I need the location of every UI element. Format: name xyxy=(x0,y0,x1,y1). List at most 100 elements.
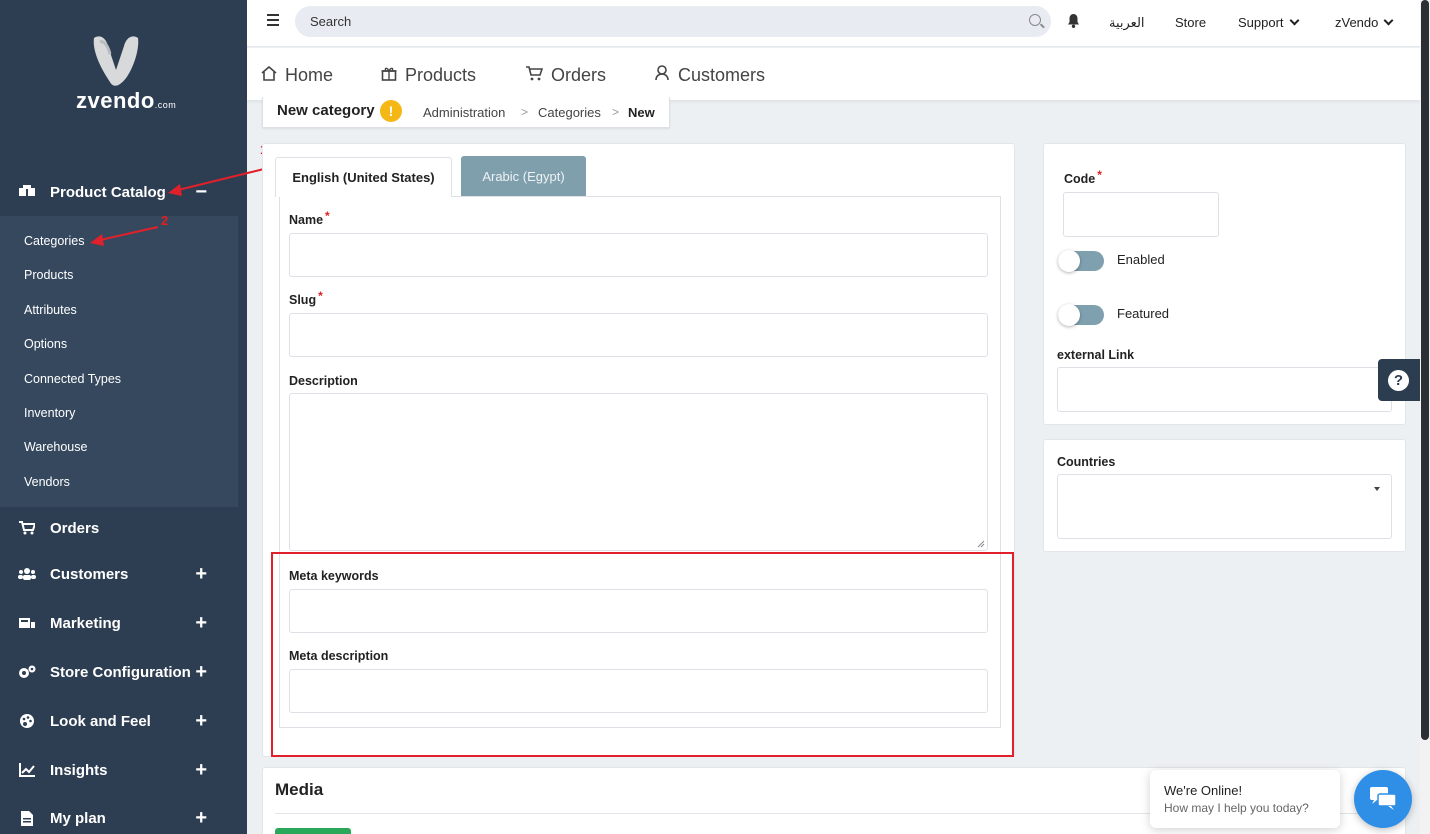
description-textarea[interactable] xyxy=(289,393,988,551)
submenu-item-attributes[interactable]: Attributes xyxy=(24,303,77,317)
hamburger-menu-icon[interactable] xyxy=(267,14,279,26)
breadcrumb-separator-icon: > xyxy=(521,105,529,119)
collapse-icon[interactable]: − xyxy=(195,181,207,204)
help-button[interactable]: ? xyxy=(1378,359,1420,401)
document-icon xyxy=(18,810,36,826)
module-home[interactable]: Home xyxy=(261,65,333,86)
submenu-item-products[interactable]: Products xyxy=(24,268,73,282)
expand-icon[interactable]: + xyxy=(195,661,207,684)
breadcrumb-current: New xyxy=(628,105,655,120)
language-switch[interactable]: العربية xyxy=(1109,15,1145,31)
submenu-item-vendors[interactable]: Vendors xyxy=(24,475,70,489)
search-placeholder: Search xyxy=(310,14,352,29)
external-link-field[interactable] xyxy=(1057,367,1392,412)
sidebar-item-label: Orders xyxy=(50,519,100,537)
page-header: New category ! Administration > Categori… xyxy=(262,97,670,128)
module-label: Customers xyxy=(678,65,766,85)
code-field[interactable] xyxy=(1063,192,1219,237)
page-scrollbar[interactable] xyxy=(1420,0,1430,834)
module-orders[interactable]: Orders xyxy=(526,65,606,86)
submenu-item-inventory[interactable]: Inventory xyxy=(24,406,75,420)
sidebar-item-insights[interactable]: Insights + xyxy=(0,748,247,792)
module-customers[interactable]: Customers xyxy=(654,65,765,86)
sidebar-item-label: Product Catalog xyxy=(50,183,166,201)
module-label: Products xyxy=(405,65,477,85)
featured-toggle[interactable] xyxy=(1058,304,1104,326)
brand-logo[interactable]: zvendo.com xyxy=(60,30,190,115)
chat-icon xyxy=(1370,787,1396,810)
featured-label: Featured xyxy=(1117,306,1170,321)
sidebar-item-orders[interactable]: Orders xyxy=(0,506,247,550)
caret-down-icon xyxy=(1374,487,1380,491)
sidebar-item-my-plan[interactable]: My plan + xyxy=(0,796,247,834)
warning-icon[interactable]: ! xyxy=(380,100,402,122)
sidebar-item-look-and-feel[interactable]: Look and Feel + xyxy=(0,699,247,743)
breadcrumb-separator-icon: > xyxy=(612,105,620,119)
sidebar-item-label: Customers xyxy=(50,565,129,583)
zvendo-logo-icon xyxy=(93,36,139,86)
countries-label: Countries xyxy=(1057,455,1116,469)
breadcrumb-categories[interactable]: Categories xyxy=(538,105,601,120)
expand-icon[interactable]: + xyxy=(195,563,207,586)
upload-button[interactable] xyxy=(275,828,351,834)
submenu-item-options[interactable]: Options xyxy=(24,337,67,351)
module-bar: Home Products Orders Customers xyxy=(247,48,1420,100)
tab-arabic[interactable]: Arabic (Egypt) xyxy=(461,156,586,196)
chevron-down-icon xyxy=(1383,15,1394,26)
account-label: zVendo xyxy=(1335,15,1379,30)
tab-english[interactable]: English (United States) xyxy=(275,157,452,197)
support-menu[interactable]: Support xyxy=(1238,15,1299,30)
top-bar: Search العربية Store Support zVendo xyxy=(247,0,1420,47)
search-input[interactable]: Search xyxy=(295,6,1051,37)
countries-select[interactable] xyxy=(1057,474,1392,539)
sidebar-item-product-catalog[interactable]: Product Catalog − xyxy=(0,170,247,214)
expand-icon[interactable]: + xyxy=(195,612,207,635)
sidebar-scrollbar[interactable] xyxy=(238,216,247,834)
resize-handle-icon[interactable] xyxy=(977,540,985,548)
palette-icon xyxy=(18,714,36,728)
description-label: Description xyxy=(289,374,358,388)
sidebar-item-label: Insights xyxy=(50,761,108,779)
search-icon[interactable] xyxy=(1029,14,1041,26)
boxes-icon xyxy=(18,185,36,199)
expand-icon[interactable]: + xyxy=(195,807,207,830)
sidebar-item-label: Look and Feel xyxy=(50,712,151,730)
enabled-label: Enabled xyxy=(1117,252,1165,267)
expand-icon[interactable]: + xyxy=(195,710,207,733)
submenu-item-categories[interactable]: Categories xyxy=(24,234,84,248)
store-link[interactable]: Store xyxy=(1175,15,1206,30)
chevron-down-icon xyxy=(1289,15,1299,26)
enabled-toggle[interactable] xyxy=(1058,250,1104,272)
sidebar-item-customers[interactable]: Customers + xyxy=(0,552,247,596)
scrollbar-thumb[interactable] xyxy=(1421,0,1429,740)
highlight-box xyxy=(271,552,1014,757)
bell-icon[interactable] xyxy=(1067,14,1080,31)
support-label: Support xyxy=(1238,15,1284,30)
external-link-label: external Link xyxy=(1057,348,1135,362)
name-field[interactable] xyxy=(289,233,988,277)
sidebar-item-marketing[interactable]: Marketing + xyxy=(0,601,247,645)
chat-greeting[interactable]: We're Online! How may I help you today? xyxy=(1150,770,1340,828)
module-products[interactable]: Products xyxy=(381,65,476,86)
chart-line-icon xyxy=(18,763,36,777)
expand-icon[interactable]: + xyxy=(195,759,207,782)
gears-icon xyxy=(18,665,36,679)
chat-line-1: We're Online! xyxy=(1164,783,1243,798)
submenu-item-connected-types[interactable]: Connected Types xyxy=(24,372,121,386)
users-icon xyxy=(18,567,36,581)
brand-wordmark: zvendo.com xyxy=(76,88,177,113)
home-icon xyxy=(261,65,277,86)
sidebar-item-label: Store Configuration xyxy=(50,663,191,681)
page-title: New category xyxy=(277,102,375,119)
annotation-number-2: 2 xyxy=(161,213,169,228)
breadcrumb-administration[interactable]: Administration xyxy=(423,105,505,120)
chat-launcher-button[interactable] xyxy=(1354,770,1412,828)
sidebar-item-label: My plan xyxy=(50,809,106,827)
product-catalog-submenu xyxy=(0,216,238,507)
account-menu[interactable]: zVendo xyxy=(1335,15,1394,30)
submenu-item-warehouse[interactable]: Warehouse xyxy=(24,440,87,454)
tab-divider xyxy=(451,196,1001,197)
sidebar-item-store-configuration[interactable]: Store Configuration + xyxy=(0,650,247,694)
slug-field[interactable] xyxy=(289,313,988,357)
code-label: Code * xyxy=(1064,168,1102,186)
